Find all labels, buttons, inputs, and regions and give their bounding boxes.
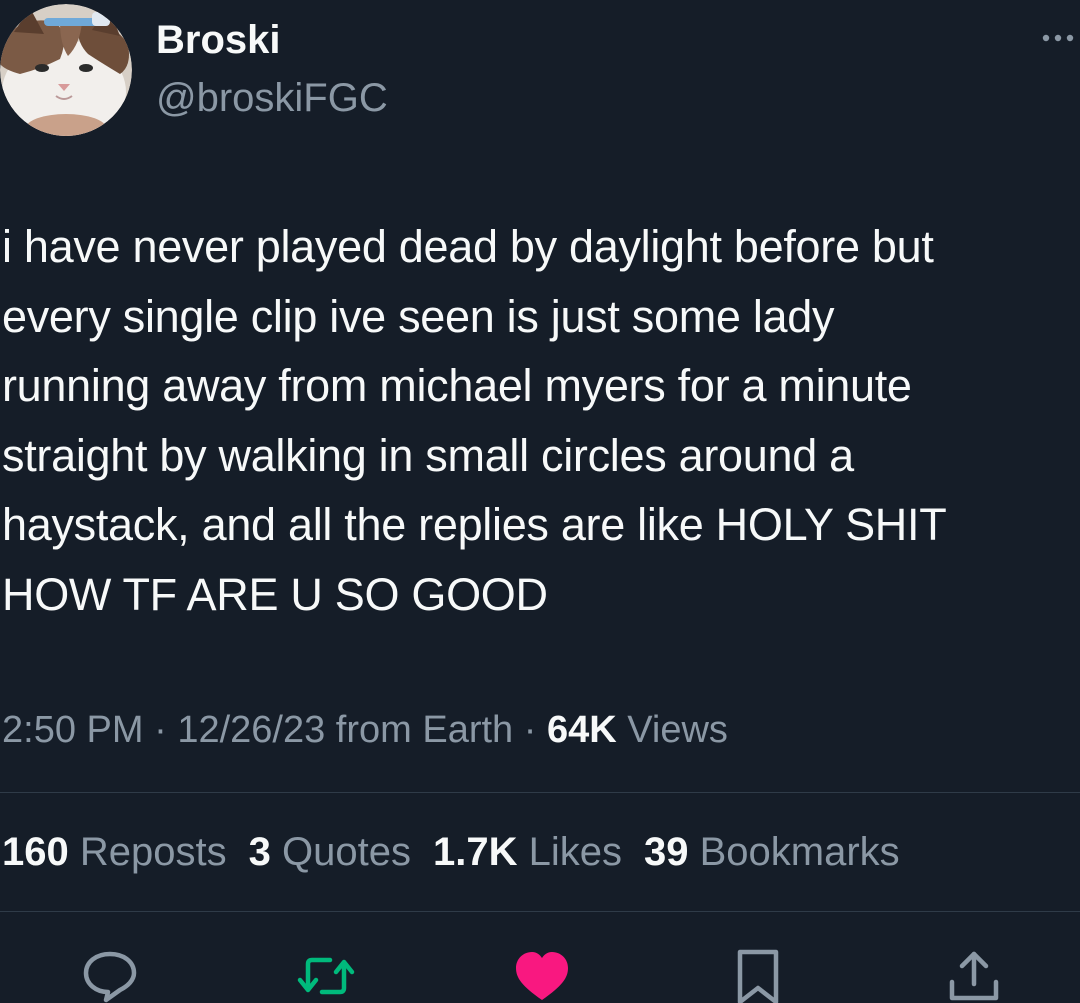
cat-avatar-image	[0, 4, 132, 136]
bookmarks-stat[interactable]: 39 Bookmarks	[644, 830, 900, 874]
heart-icon	[516, 952, 568, 1000]
tweet-text: i have never played dead by daylight bef…	[2, 221, 947, 620]
reposts-label: Reposts	[79, 830, 227, 874]
likes-stat[interactable]: 1.7K Likes	[433, 830, 622, 874]
reposts-count: 160	[2, 830, 69, 874]
bookmark-icon	[737, 949, 779, 1003]
share-icon	[949, 951, 999, 1001]
meta-separator: ·	[513, 709, 547, 751]
tweet-source: from Earth	[325, 709, 514, 751]
quotes-stat[interactable]: 3 Quotes	[249, 830, 411, 874]
views-count: 64K	[546, 709, 617, 751]
like-button[interactable]	[512, 948, 572, 1003]
repost-button[interactable]	[296, 948, 356, 1003]
tweet-date[interactable]: 12/26/23	[177, 709, 325, 751]
bookmarks-label: Bookmarks	[699, 830, 900, 874]
tweet-time[interactable]: 2:50 PM	[2, 709, 144, 751]
quotes-count: 3	[248, 830, 271, 874]
reply-button[interactable]	[80, 948, 140, 1003]
reply-bubble-icon	[83, 951, 137, 1003]
views-label: Views	[616, 709, 728, 751]
quotes-label: Quotes	[282, 830, 411, 874]
bookmarks-count: 39	[643, 830, 689, 874]
author-handle[interactable]: @broskiFGC	[156, 74, 388, 122]
bookmark-button[interactable]	[728, 948, 788, 1003]
share-button[interactable]	[944, 948, 1004, 1003]
avatar[interactable]	[0, 4, 132, 136]
likes-label: Likes	[528, 830, 622, 874]
repost-icon	[297, 957, 355, 995]
engagement-stats: 160 Reposts 3 Quotes 1.7K Likes 39 Bookmark…	[2, 828, 922, 876]
more-options-icon[interactable]	[1040, 28, 1076, 48]
reposts-stat[interactable]: 160 Reposts	[2, 830, 227, 874]
tweet-meta: 2:50 PM · 12/26/23 from Earth · 64K View…	[2, 706, 728, 754]
meta-separator: ·	[143, 709, 178, 751]
divider	[0, 911, 1080, 912]
divider	[0, 792, 1080, 793]
author-display-name[interactable]: Broski	[156, 16, 281, 64]
likes-count: 1.7K	[432, 830, 518, 874]
tweet-card: Broski @broskiFGC i have never played de…	[0, 0, 1080, 1003]
